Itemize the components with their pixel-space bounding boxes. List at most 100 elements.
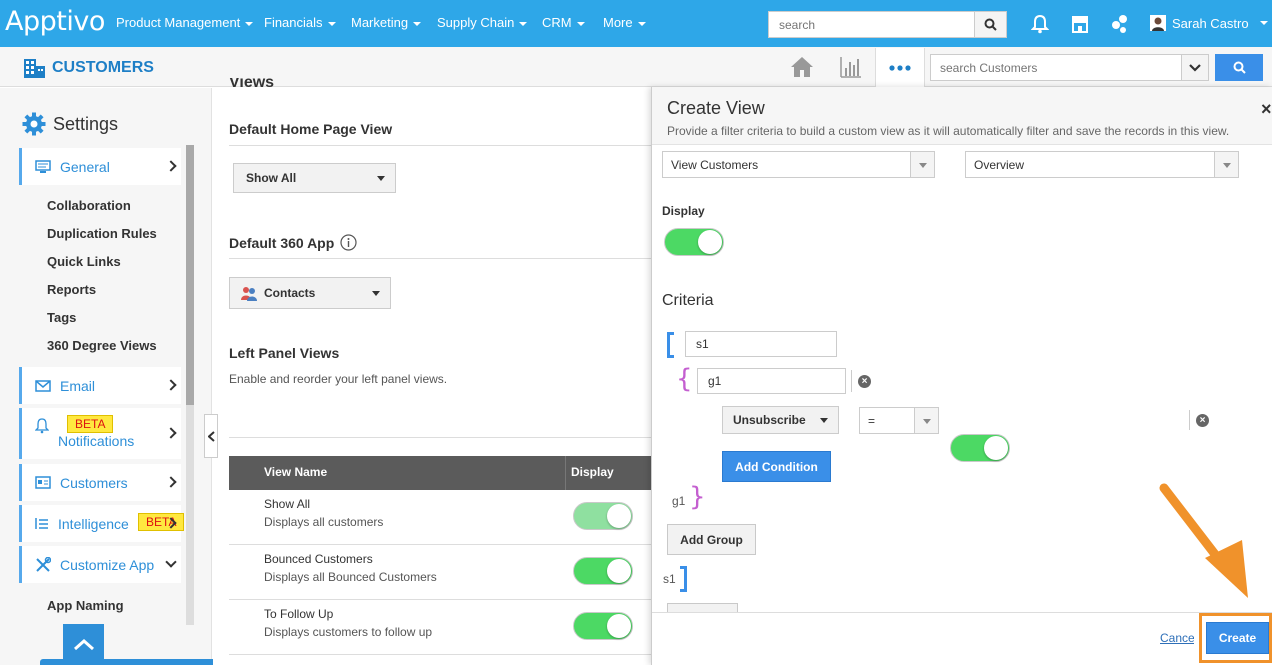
apptivo-logo[interactable]: Apptivo xyxy=(5,6,105,37)
table-row[interactable]: To Follow Up Displays customers to follow… xyxy=(229,600,653,655)
beta-badge: BETA xyxy=(67,415,114,433)
display-label: Display xyxy=(662,204,705,218)
g1-open-brace: { xyxy=(676,364,693,394)
view-description: Displays all Bounced Customers xyxy=(264,570,437,584)
table-row[interactable]: Show All Displays all customers xyxy=(229,490,653,545)
left-panel-views-label: Left Panel Views xyxy=(229,345,340,361)
display-toggle[interactable] xyxy=(573,612,633,640)
panel-subtitle: Provide a filter criteria to build a cus… xyxy=(667,124,1230,138)
home-icon[interactable] xyxy=(790,56,814,81)
condition-value-toggle[interactable] xyxy=(950,434,1010,462)
nav-marketing[interactable]: Marketing xyxy=(351,15,422,30)
divider xyxy=(229,258,653,259)
display-toggle[interactable] xyxy=(573,502,633,530)
apps-icon[interactable] xyxy=(1109,13,1131,35)
info-icon[interactable] xyxy=(340,234,357,251)
sidebar-subitem-360-degree-views[interactable]: 360 Degree Views xyxy=(47,338,157,353)
store-icon[interactable] xyxy=(1069,13,1091,35)
view-type-select[interactable]: Overview xyxy=(965,151,1239,178)
tools-icon xyxy=(36,556,51,572)
condition-operator-select[interactable]: = xyxy=(859,407,939,434)
search-icon xyxy=(984,18,997,31)
close-icon[interactable]: × xyxy=(1261,99,1272,120)
nav-more[interactable]: More xyxy=(603,15,646,30)
g1-close-brace: } xyxy=(689,482,706,512)
s1-input[interactable] xyxy=(685,331,837,357)
search-filter-dropdown[interactable] xyxy=(1181,54,1209,81)
display-toggle[interactable] xyxy=(664,228,724,256)
chevron-down-icon xyxy=(245,21,254,26)
app-search-input[interactable] xyxy=(930,54,1182,81)
nav-financials[interactable]: Financials xyxy=(264,15,336,30)
display-toggle[interactable] xyxy=(573,557,633,585)
user-menu[interactable]: Sarah Castro xyxy=(1150,15,1268,31)
more-options-button[interactable] xyxy=(875,48,925,88)
global-search-button[interactable] xyxy=(974,11,1007,38)
beta-badge: BETA xyxy=(138,513,185,531)
view-app-select[interactable]: View Customers xyxy=(662,151,935,178)
nav-crm[interactable]: CRM xyxy=(542,15,585,30)
remove-condition-icon[interactable]: × xyxy=(1196,414,1209,427)
chevron-up-icon xyxy=(73,638,94,650)
default-360-app-label: Default 360 App xyxy=(229,234,357,251)
sidebar-subitem-duplication-rules[interactable]: Duplication Rules xyxy=(47,226,157,241)
sidebar-item-email[interactable]: Email xyxy=(19,367,181,404)
nav-supply-chain[interactable]: Supply Chain xyxy=(437,15,528,30)
cancel-link[interactable]: Cancel xyxy=(1160,631,1194,645)
sidebar-subitem-reports[interactable]: Reports xyxy=(47,282,96,297)
app-title[interactable]: CUSTOMERS xyxy=(22,57,154,79)
bell-icon[interactable] xyxy=(1029,13,1051,35)
bar-chart-icon[interactable] xyxy=(840,56,862,81)
s1-close-bracket xyxy=(680,566,687,592)
chevron-right-icon xyxy=(165,159,177,172)
default-home-view-dropdown[interactable]: Show All xyxy=(233,163,396,193)
envelope-icon xyxy=(35,379,51,392)
nav-product-management[interactable]: Product Management xyxy=(116,15,254,30)
chevron-down-icon xyxy=(1259,21,1268,25)
arrow-annotation xyxy=(1159,483,1248,598)
sidebar-scroll-thumb[interactable] xyxy=(186,145,194,405)
condition-field-dropdown[interactable]: Unsubscribe xyxy=(722,406,839,434)
default-home-page-view-label: Default Home Page View xyxy=(229,121,393,137)
chevron-down-icon xyxy=(1214,152,1238,177)
building-icon xyxy=(24,59,45,78)
left-panel-views-description: Enable and reorder your left panel views… xyxy=(229,372,448,386)
sidebar-item-customers[interactable]: Customers xyxy=(19,464,181,501)
avatar xyxy=(1150,15,1166,31)
sidebar-subitem-quick-links[interactable]: Quick Links xyxy=(47,254,121,269)
remove-group-icon[interactable]: × xyxy=(858,375,871,388)
app-search-button[interactable] xyxy=(1215,54,1263,81)
user-name: Sarah Castro xyxy=(1172,15,1249,31)
add-condition-button[interactable]: Add Condition xyxy=(722,451,831,482)
s1-open-bracket xyxy=(667,332,674,358)
add-group-button[interactable]: Add Group xyxy=(667,524,756,555)
view-name: Bounced Customers xyxy=(264,552,373,566)
divider xyxy=(229,145,653,146)
table-row[interactable]: Bounced Customers Displays all Bounced Cu… xyxy=(229,545,653,600)
s1-close-label: s1 xyxy=(663,572,676,586)
chevron-down-icon xyxy=(637,21,646,26)
sidebar-subitem-tags[interactable]: Tags xyxy=(47,310,76,325)
sidebar-item-general[interactable]: General xyxy=(19,148,181,185)
chevron-down-icon xyxy=(1189,63,1201,72)
sidebar-subitem-collaboration[interactable]: Collaboration xyxy=(47,198,131,213)
sidebar-subitem-app-naming[interactable]: App Naming xyxy=(47,598,124,613)
default-360-app-dropdown[interactable]: Contacts xyxy=(229,277,391,309)
sidebar-item-customize-app[interactable]: Customize App xyxy=(19,546,181,583)
g1-input[interactable] xyxy=(697,368,846,394)
chevron-right-icon xyxy=(165,475,177,488)
collapse-sidebar-button[interactable] xyxy=(204,414,218,458)
customers-card-icon xyxy=(35,476,51,489)
chevron-down-icon xyxy=(413,21,422,26)
chevron-down-icon xyxy=(576,21,585,26)
sidebar-item-notifications[interactable]: Notifications BETA xyxy=(19,408,181,459)
views-heading: Views xyxy=(229,78,275,88)
chevron-left-icon xyxy=(207,430,215,442)
chevron-down-icon xyxy=(165,555,177,568)
views-table-header: View Name Display xyxy=(229,456,653,490)
global-search-input[interactable] xyxy=(768,11,975,38)
criteria-label: Criteria xyxy=(662,292,714,309)
sidebar-item-intelligence[interactable]: Intelligence BETA xyxy=(19,505,185,542)
view-description: Displays customers to follow up xyxy=(264,625,433,639)
chevron-right-icon xyxy=(165,426,177,439)
